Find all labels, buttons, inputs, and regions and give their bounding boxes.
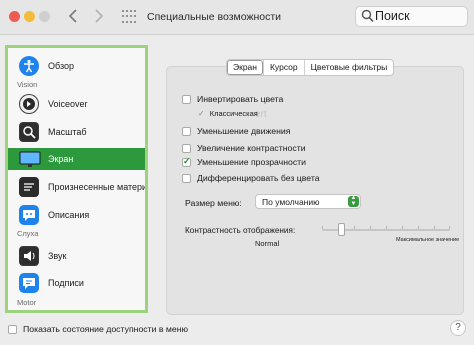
slider-tick: [434, 226, 435, 229]
reduce-motion-checkbox[interactable]: [182, 126, 191, 136]
close-button[interactable]: [9, 11, 20, 22]
slider-tick: [386, 226, 387, 229]
back-button[interactable]: [65, 7, 81, 25]
contrast-label: Контрастность отображения:: [185, 226, 296, 235]
show-status-option[interactable]: Показать состояние доступности в меню: [8, 324, 188, 334]
sidebar-item-audio[interactable]: Звук: [8, 245, 145, 267]
classic-invert-option[interactable]: ✓ Классическая: [198, 109, 258, 118]
sidebar-item-label: Масштаб: [48, 127, 87, 137]
zoom-button[interactable]: [39, 11, 50, 22]
sidebar-item-label: Voiceover: [48, 99, 88, 109]
sidebar-item-captions[interactable]: Подписи: [8, 272, 145, 294]
search-placeholder: Поиск: [375, 9, 410, 23]
sidebar-item-label: Произнесенные материалы: [48, 182, 148, 192]
section-hearing: Слуха: [17, 229, 39, 238]
sidebar-item-descriptions[interactable]: Описания: [8, 204, 145, 226]
checkmark-icon: ✓: [198, 109, 205, 118]
contrast-slider-knob[interactable]: [338, 223, 345, 236]
updown-arrows-icon: ▲ ▼: [348, 195, 359, 207]
chevron-left-icon: [68, 9, 77, 23]
zoom-icon: [19, 122, 39, 142]
tab-display[interactable]: Экран: [227, 60, 263, 75]
forward-button[interactable]: [91, 7, 107, 25]
increase-contrast-option[interactable]: Увеличение контрастности: [182, 142, 306, 154]
invert-colors-label: Инвертировать цвета: [197, 94, 284, 104]
reduce-transparency-checkbox[interactable]: [182, 156, 191, 167]
tab-color-filters[interactable]: Цветовые фильтры: [303, 60, 394, 75]
differentiate-option[interactable]: Дифференцировать без цвета: [182, 172, 320, 184]
differentiate-checkbox[interactable]: [182, 173, 191, 183]
sidebar-item-voiceover[interactable]: Voiceover: [8, 93, 145, 115]
slider-tick: [449, 226, 450, 229]
menu-size-label: Размер меню:: [185, 198, 242, 208]
chevron-right-icon: [95, 9, 104, 23]
invert-colors-checkbox[interactable]: [182, 94, 191, 104]
slider-tick: [370, 226, 371, 229]
menu-size-value: По умолчанию: [262, 197, 320, 207]
section-vision: Vision: [17, 80, 38, 89]
search-icon: [361, 9, 374, 23]
increase-contrast-label: Увеличение контрастности: [197, 143, 306, 153]
search-field[interactable]: Поиск: [355, 6, 468, 27]
tab-cursor[interactable]: Курсор: [262, 60, 304, 75]
window-title: Специальные возможности: [147, 11, 282, 23]
sidebar-item-label: Описания: [48, 210, 90, 220]
sidebar-item-label: Обзор: [48, 61, 74, 71]
accessibility-icon: [19, 56, 39, 76]
slider-tick: [322, 226, 323, 229]
speaker-icon: [19, 246, 39, 266]
slider-tick: [354, 226, 355, 229]
reduce-transparency-option[interactable]: Уменьшение прозрачности: [182, 156, 306, 168]
show-status-checkbox[interactable]: [8, 324, 17, 334]
minimize-button[interactable]: [24, 11, 35, 22]
sidebar-item-display[interactable]: Экран: [8, 148, 145, 170]
tab-bar: Экран Курсор Цветовые фильтры: [226, 59, 395, 76]
captions-icon: [19, 273, 39, 293]
sidebar: Обзор Vision Voiceover Масштаб Экран Про…: [5, 45, 148, 313]
sidebar-item-label: Экран: [48, 154, 74, 164]
slider-tick: [402, 226, 403, 229]
contrast-max-label: Максимальное значение: [396, 237, 460, 243]
slider-tick: [418, 226, 419, 229]
show-all-grid-icon[interactable]: [122, 10, 136, 24]
titlebar: Специальные возможности Поиск: [0, 0, 474, 35]
sidebar-item-label: Звук: [48, 251, 67, 261]
increase-contrast-checkbox[interactable]: [182, 143, 191, 153]
menu-size-select[interactable]: По умолчанию ▲ ▼: [255, 194, 361, 209]
reduce-motion-option[interactable]: Уменьшение движения: [182, 125, 291, 137]
differentiate-label: Дифференцировать без цвета: [197, 173, 320, 183]
spoken-content-icon: [19, 177, 39, 197]
sidebar-item-zoom[interactable]: Масштаб: [8, 121, 145, 143]
classic-invert-label: Классическая: [209, 109, 258, 118]
voiceover-icon: [19, 94, 39, 114]
show-status-label: Показать состояние доступности в меню: [23, 324, 189, 334]
preferences-window: Специальные возможности Поиск Обзор Visi…: [0, 0, 474, 345]
section-motor: Motor: [17, 298, 37, 307]
sidebar-item-label: Подписи: [48, 278, 84, 288]
sidebar-item-spoken-content[interactable]: Произнесенные материалы: [8, 176, 148, 198]
contrast-min-label: Normal: [255, 239, 280, 248]
display-icon: [19, 149, 41, 169]
invert-colors-option[interactable]: Инвертировать цвета: [182, 93, 283, 105]
descriptions-icon: [19, 205, 39, 225]
sidebar-item-overview[interactable]: Обзор: [8, 55, 145, 77]
reduce-motion-label: Уменьшение движения: [197, 126, 291, 136]
help-button[interactable]: ?: [450, 320, 466, 336]
reduce-transparency-label: Уменьшение прозрачности: [197, 157, 307, 167]
